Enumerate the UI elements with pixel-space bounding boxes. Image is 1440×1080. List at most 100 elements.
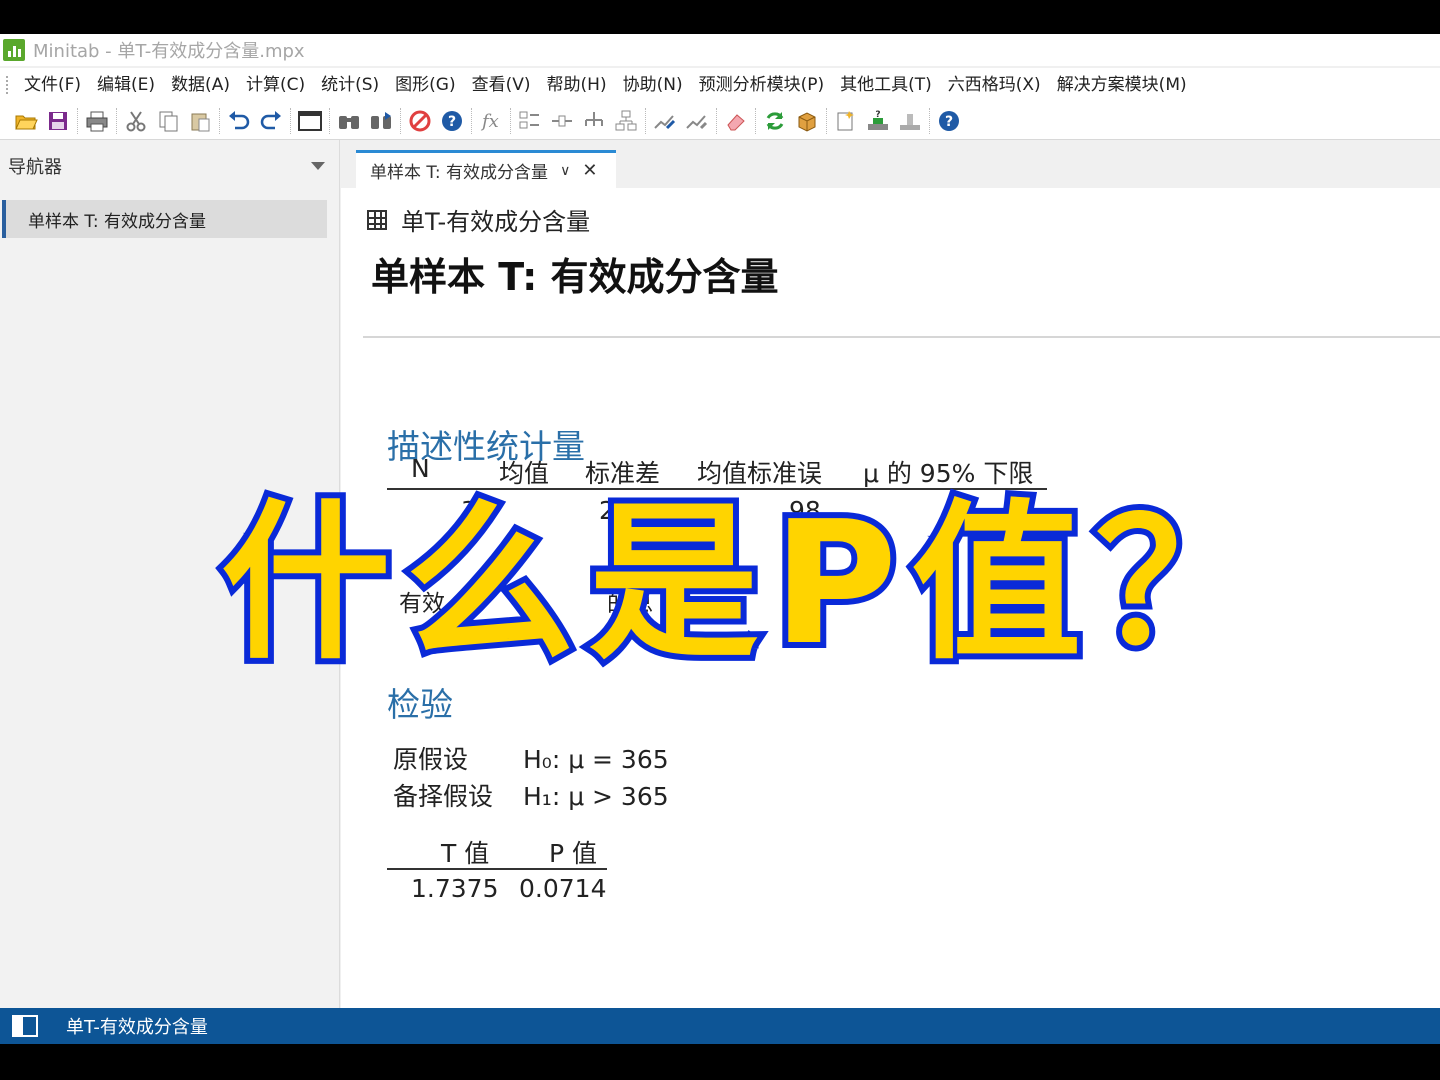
- open-icon[interactable]: [12, 107, 40, 135]
- navigator-title: 导航器: [8, 157, 62, 178]
- toolbar-separator: [645, 107, 646, 134]
- toolbar-separator: [329, 107, 330, 134]
- tab-one-sample-t[interactable]: 单样本 T: 有效成分含量 ∨ ✕: [356, 150, 616, 188]
- menu-calc[interactable]: 计算(C): [238, 68, 313, 102]
- toolbar-separator: [755, 107, 756, 134]
- toolbar-separator: [290, 107, 291, 134]
- menu-data[interactable]: 数据(A): [163, 68, 238, 102]
- letterbox-top: [0, 0, 1440, 34]
- table-row: 1.7375 0.0714: [387, 870, 607, 910]
- navigator-item[interactable]: 单样本 T: 有效成分含量: [2, 200, 327, 238]
- tree-icon[interactable]: [580, 107, 608, 135]
- column-header: N: [411, 454, 430, 483]
- find-icon[interactable]: [335, 107, 363, 135]
- menu-file[interactable]: 文件(F): [16, 68, 89, 102]
- panel-toggle-icon[interactable]: [12, 1015, 38, 1037]
- close-icon[interactable]: ✕: [582, 160, 597, 181]
- alt-hypothesis-row: 备择假设 H₁: μ > 365: [393, 777, 669, 813]
- menu-solutions[interactable]: 解决方案模块(M): [1049, 68, 1195, 102]
- menu-help[interactable]: 帮助(H): [539, 68, 615, 102]
- menu-grip-icon: [6, 76, 10, 94]
- save-icon[interactable]: [44, 107, 72, 135]
- status-bar: 单T-有效成分含量: [0, 1008, 1440, 1044]
- undo-icon[interactable]: [225, 107, 253, 135]
- svg-text:?: ?: [875, 110, 880, 120]
- output-header: 单T-有效成分含量: [367, 202, 590, 237]
- svg-text:?: ?: [448, 114, 456, 130]
- column-header: P 值: [549, 839, 598, 868]
- navigator-header: 导航器: [0, 140, 339, 192]
- cancel-icon[interactable]: [406, 107, 434, 135]
- menu-predictive[interactable]: 预测分析模块(P): [691, 68, 833, 102]
- window-icon[interactable]: [296, 107, 324, 135]
- null-hypothesis-label: 原假设: [393, 745, 469, 774]
- status-text: 单T-有效成分含量: [66, 1017, 208, 1038]
- alt-hypothesis-value: H₁: μ > 365: [523, 782, 669, 811]
- help-icon[interactable]: ?: [438, 107, 466, 135]
- menu-assistant[interactable]: 协助(N): [615, 68, 691, 102]
- column-header: T 值: [441, 839, 490, 868]
- minitab-logo-icon: [3, 39, 25, 61]
- new-report-icon[interactable]: [832, 107, 860, 135]
- hierarchy-icon[interactable]: [612, 107, 640, 135]
- section-title-test: 检验: [387, 685, 453, 724]
- test-results-table: T 值 P 值 1.7375 0.0714: [387, 830, 607, 910]
- output-header-text: 单T-有效成分含量: [401, 208, 591, 236]
- chevron-down-icon[interactable]: [311, 162, 325, 170]
- svg-text:fx: fx: [480, 111, 499, 132]
- toolbar-separator: [77, 107, 78, 134]
- minitab-window: Minitab - 单T-有效成分含量.mpx 文件(F) 编辑(E) 数据(A…: [0, 34, 1440, 1044]
- eraser-icon[interactable]: [722, 107, 750, 135]
- t-value-cell: 1.7375: [411, 874, 499, 903]
- letterbox-bottom: [0, 1044, 1440, 1080]
- redo-icon[interactable]: [257, 107, 285, 135]
- table-icon: [367, 209, 387, 230]
- toolbar-separator: [400, 107, 401, 134]
- toolbar-separator: [826, 107, 827, 134]
- title-bar: Minitab - 单T-有效成分含量.mpx: [0, 34, 1440, 66]
- toolbar-separator: [116, 107, 117, 134]
- alt-hypothesis-label: 备择假设: [393, 782, 494, 811]
- brush-icon[interactable]: [683, 107, 711, 135]
- toolbar-separator: [929, 107, 930, 134]
- find-next-icon[interactable]: [367, 107, 395, 135]
- cut-icon[interactable]: [122, 107, 150, 135]
- assistant-icon[interactable]: ?: [864, 107, 892, 135]
- output-title: 单样本 T: 有效成分含量: [371, 255, 779, 299]
- menu-tools[interactable]: 其他工具(T): [832, 68, 940, 102]
- copy-icon[interactable]: [154, 107, 182, 135]
- null-hypothesis-row: 原假设 H₀: μ = 365: [393, 740, 669, 776]
- p-value-cell: 0.0714: [519, 874, 607, 903]
- stats-icon[interactable]: [896, 107, 924, 135]
- test-results-header: T 值 P 值: [387, 830, 607, 870]
- edit-graph-icon[interactable]: [651, 107, 679, 135]
- chevron-down-icon[interactable]: ∨: [560, 163, 570, 179]
- menu-view[interactable]: 查看(V): [464, 68, 539, 102]
- toolbar: ? fx ? ?: [0, 102, 1440, 140]
- caption-overlay: 什么是P值？: [215, 484, 1272, 684]
- menu-edit[interactable]: 编辑(E): [89, 68, 163, 102]
- layout-icon[interactable]: [516, 107, 544, 135]
- svg-text:?: ?: [945, 114, 953, 130]
- divider: [363, 336, 1440, 338]
- caption-text: 什么是P值？: [215, 485, 1280, 683]
- output-tab-strip: 单样本 T: 有效成分含量 ∨ ✕: [340, 140, 1440, 188]
- toolbar-separator: [716, 107, 717, 134]
- menu-bar: 文件(F) 编辑(E) 数据(A) 计算(C) 统计(S) 图形(G) 查看(V…: [0, 68, 1440, 102]
- menu-stat[interactable]: 统计(S): [313, 68, 387, 102]
- toolbar-separator: [471, 107, 472, 134]
- tab-label: 单样本 T: 有效成分含量: [370, 163, 549, 183]
- paste-icon[interactable]: [186, 107, 214, 135]
- menu-graph[interactable]: 图形(G): [387, 68, 463, 102]
- null-hypothesis-value: H₀: μ = 365: [523, 745, 669, 774]
- print-icon[interactable]: [83, 107, 111, 135]
- refresh-icon[interactable]: [761, 107, 789, 135]
- menu-six-sigma[interactable]: 六西格玛(X): [940, 68, 1049, 102]
- window-title: Minitab - 单T-有效成分含量.mpx: [33, 41, 305, 62]
- help-circle-icon[interactable]: ?: [935, 107, 963, 135]
- formula-icon[interactable]: fx: [477, 107, 505, 135]
- cube-icon[interactable]: [793, 107, 821, 135]
- toolbar-separator: [219, 107, 220, 134]
- align-icon[interactable]: [548, 107, 576, 135]
- toolbar-separator: [510, 107, 511, 134]
